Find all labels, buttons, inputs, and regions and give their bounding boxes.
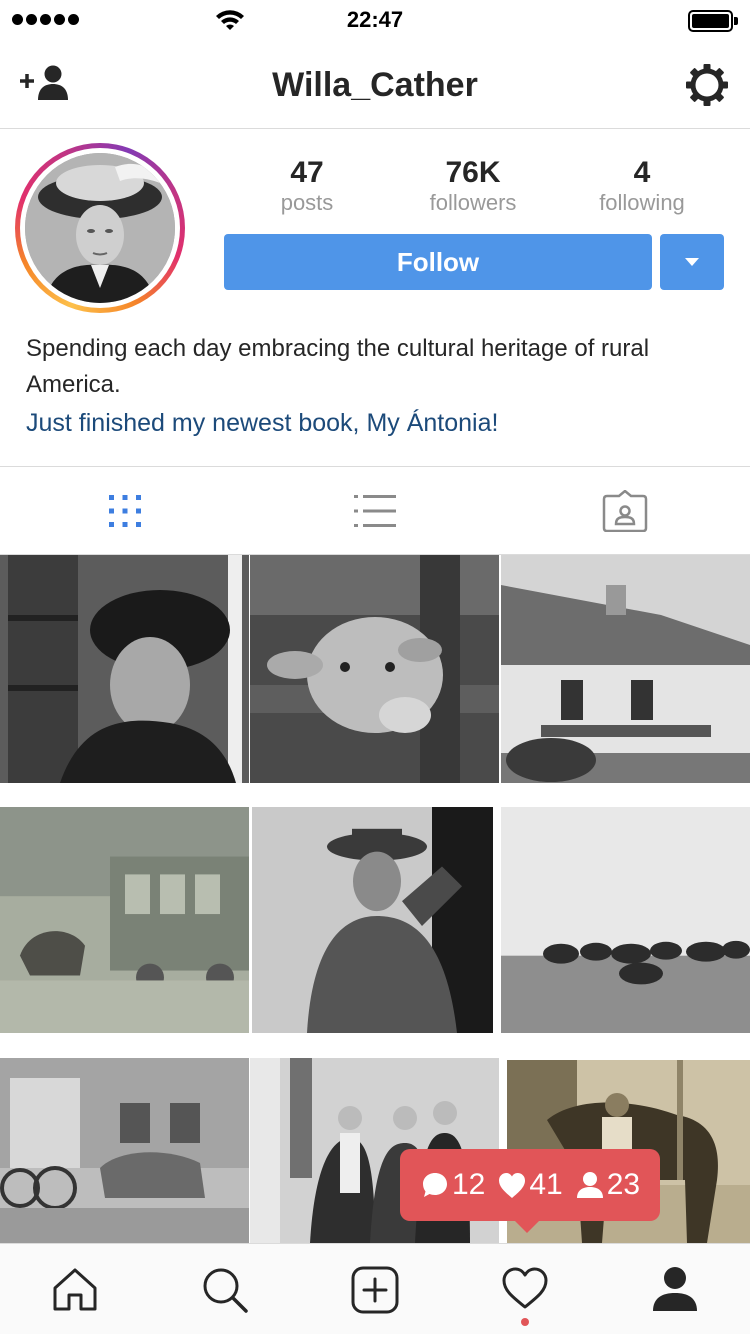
gear-icon[interactable] bbox=[684, 62, 730, 108]
nav-new-post[interactable] bbox=[300, 1244, 450, 1334]
status-bar: 22:47 bbox=[0, 0, 750, 40]
nav-profile[interactable] bbox=[600, 1244, 750, 1334]
profile-header-bar: Willa_Cather bbox=[0, 40, 750, 129]
posts-count[interactable]: 47 posts bbox=[222, 156, 392, 216]
avatar-story-ring[interactable] bbox=[15, 143, 185, 313]
home-icon bbox=[53, 1268, 97, 1311]
profile-view-tabs bbox=[0, 466, 750, 555]
person-icon bbox=[576, 1172, 603, 1198]
add-post-icon bbox=[351, 1266, 399, 1314]
nav-search[interactable] bbox=[150, 1244, 300, 1334]
follow-button[interactable]: Follow bbox=[224, 234, 652, 290]
posts-grid bbox=[0, 555, 750, 1243]
tab-grid[interactable] bbox=[0, 467, 250, 555]
caret-down-icon bbox=[685, 258, 699, 266]
heart-filled-icon bbox=[499, 1173, 526, 1198]
grid-post-4[interactable] bbox=[0, 807, 249, 1033]
activity-notification-bubble[interactable]: 12 41 23 bbox=[400, 1149, 660, 1233]
grid-post-7[interactable] bbox=[0, 1058, 249, 1243]
heart-icon bbox=[502, 1267, 548, 1309]
profile-bio-link[interactable]: Just finished my newest book, My Ántonia… bbox=[26, 405, 498, 441]
comment-count: 12 bbox=[451, 1168, 486, 1201]
grid-post-6[interactable] bbox=[501, 807, 750, 1033]
bottom-nav bbox=[0, 1243, 750, 1334]
search-icon bbox=[203, 1268, 248, 1313]
profile-username: Willa_Cather bbox=[272, 66, 478, 104]
like-count: 41 bbox=[529, 1168, 563, 1201]
grid-icon bbox=[109, 495, 141, 527]
followers-count[interactable]: 76K followers bbox=[388, 156, 558, 216]
list-icon bbox=[354, 495, 396, 527]
following-count[interactable]: 4 following bbox=[557, 156, 727, 216]
comment-icon bbox=[422, 1173, 447, 1197]
nav-home[interactable] bbox=[0, 1244, 150, 1334]
grid-post-2[interactable] bbox=[250, 555, 499, 783]
activity-badge-dot bbox=[521, 1318, 529, 1326]
tab-tagged[interactable] bbox=[500, 467, 750, 555]
grid-post-1[interactable] bbox=[0, 555, 249, 783]
tagged-icon bbox=[602, 490, 648, 532]
profile-bio: Spending each day embracing the cultural… bbox=[26, 335, 650, 398]
battery-icon bbox=[688, 10, 738, 32]
suggestions-dropdown-button[interactable] bbox=[660, 234, 724, 290]
status-time: 22:47 bbox=[346, 7, 404, 32]
tab-list[interactable] bbox=[250, 467, 500, 555]
profile-icon bbox=[653, 1267, 697, 1311]
grid-post-5[interactable] bbox=[252, 807, 493, 1033]
follow-count: 23 bbox=[606, 1168, 641, 1201]
grid-post-3[interactable] bbox=[501, 555, 750, 783]
avatar bbox=[25, 153, 175, 303]
